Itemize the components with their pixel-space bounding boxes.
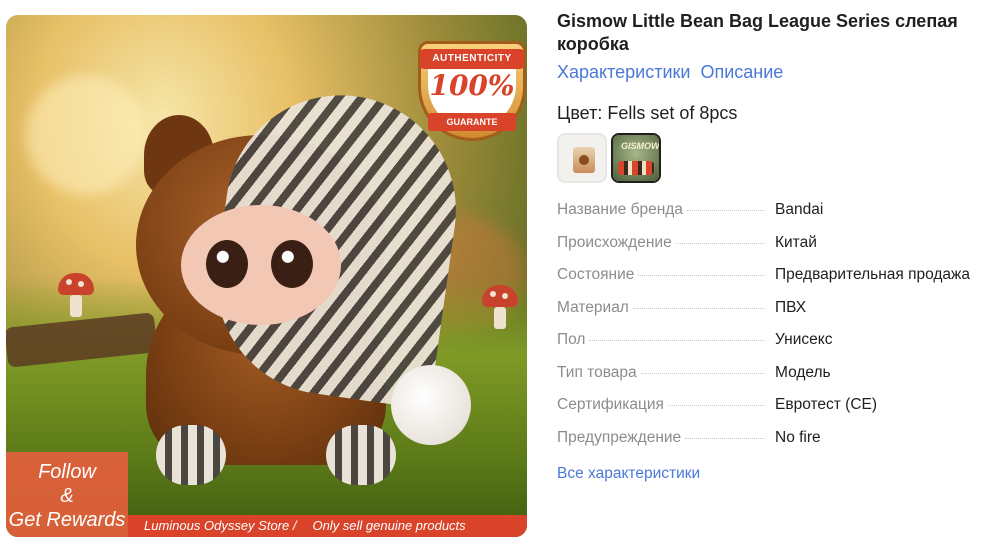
swatch-set-of-8[interactable]: GISMOW [611, 133, 661, 183]
product-image[interactable]: AUTHENTICITY 100% GUARANTE Follow & Get … [6, 15, 527, 537]
badge-percent: 100% [429, 69, 515, 102]
spec-key: Материал [557, 298, 629, 316]
store-banner: Luminous Odyssey Store / Only sell genuin… [128, 515, 527, 537]
spec-key: Происхождение [557, 233, 672, 251]
spec-row: Материал ПВХ [557, 299, 1002, 332]
spec-key: Состояние [557, 266, 635, 283]
spec-key: Сертификация [557, 396, 664, 413]
spec-value: ПВХ [775, 298, 807, 316]
spec-row: Предупреждение No fire [557, 429, 1002, 462]
set-thumbnail: GISMOW [613, 135, 659, 181]
spec-value: Унисекс [775, 331, 833, 348]
spec-row: Тип товара Модель [557, 364, 1002, 397]
plush-toy-figure [126, 80, 471, 485]
spec-key: Предупреждение [557, 428, 682, 446]
spec-row: Пол Унисекс [557, 331, 1002, 364]
color-selection-label: Цвет: Fells set of 8pcs [557, 103, 738, 123]
spec-value: Bandai [775, 201, 824, 218]
spec-key: Тип товара [557, 363, 637, 381]
spec-row: Состояние Предварительная продажа [557, 266, 1002, 299]
badge-bottom-text: GUARANTE [428, 113, 516, 131]
color-swatches: GISMOW [557, 133, 1002, 183]
spec-row: Название бренда Bandai [557, 201, 1002, 234]
spec-value: No fire [775, 428, 821, 446]
product-title: Gismow Little Bean Bag League Series сле… [557, 11, 958, 54]
badge-top-text: AUTHENTICITY [420, 49, 524, 69]
specs-list: Название бренда Bandai Происхождение Кит… [557, 201, 1002, 461]
spec-value: Евротест (CE) [775, 396, 878, 413]
authenticity-badge: AUTHENTICITY 100% GUARANTE [414, 37, 527, 145]
info-tabs: Характеристики Описание [557, 62, 1002, 83]
spec-value: Модель [775, 363, 831, 381]
swatch-single-box[interactable] [557, 133, 607, 183]
spec-value: Предварительная продажа [775, 266, 971, 283]
mushroom-decoration [58, 273, 94, 317]
tab-description[interactable]: Описание [700, 62, 783, 83]
single-box-thumbnail [573, 147, 595, 173]
tab-characteristics[interactable]: Характеристики [557, 62, 690, 83]
product-info: Gismow Little Bean Bag League Series сле… [557, 10, 1002, 483]
store-name: Luminous Odyssey Store / [144, 518, 297, 533]
all-specs-link[interactable]: Все характеристики [557, 465, 700, 483]
follow-line: Follow [38, 461, 96, 483]
set-thumbnail-label: GISMOW [621, 141, 660, 151]
rewards-line: Get Rewards [8, 509, 126, 531]
spec-row: Сертификация Евротест (CE) [557, 396, 1002, 429]
spec-key: Название бренда [557, 201, 683, 218]
mushroom-decoration [482, 285, 518, 329]
store-tagline: Only sell genuine products [312, 518, 466, 533]
spec-key: Пол [557, 331, 586, 348]
follow-ampersand: & [60, 485, 74, 507]
spec-row: Происхождение Китай [557, 234, 1002, 267]
spec-value: Китай [775, 233, 817, 251]
follow-rewards-banner: Follow & Get Rewards [6, 452, 128, 537]
